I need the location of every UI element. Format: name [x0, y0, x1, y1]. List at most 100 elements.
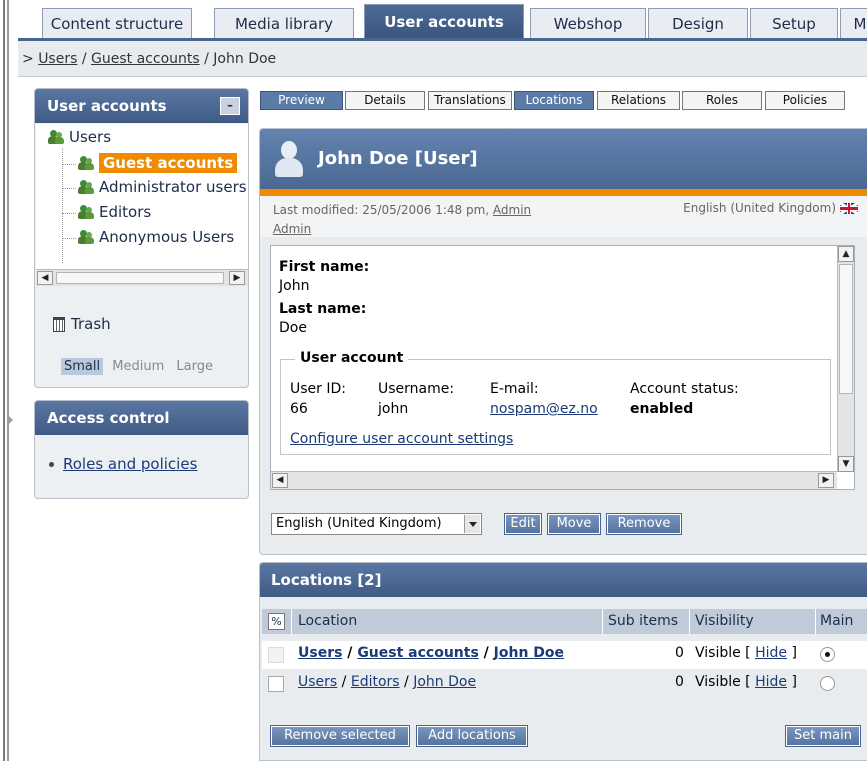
tab-relations[interactable]: Relations	[597, 91, 680, 110]
scroll-up-icon[interactable]: ▲	[838, 246, 854, 262]
configure-account-link[interactable]: Configure user account settings	[290, 431, 513, 447]
tree-item-administrator-users[interactable]: Administrator users	[78, 178, 247, 196]
path-link[interactable]: John Doe	[413, 674, 476, 690]
remove-button[interactable]: Remove	[606, 513, 682, 535]
scroll-thumb[interactable]	[56, 272, 224, 284]
last-modified-prefix: Last modified: 25/05/2006 1:48 pm,	[273, 203, 493, 217]
user-id-label: User ID:	[290, 381, 346, 397]
expand-arrow-icon[interactable]	[9, 416, 13, 424]
tab-content-structure[interactable]: Content structure	[42, 8, 192, 38]
bullet-icon	[49, 461, 54, 467]
tree-item-anonymous-users[interactable]: Anonymous Users	[78, 228, 234, 246]
size-small[interactable]: Small	[61, 358, 104, 375]
tree-item-label: Users	[69, 128, 112, 146]
invert-selection-button[interactable]: %	[268, 613, 285, 630]
frame-edge	[0, 0, 13, 761]
tab-setup[interactable]: Setup	[750, 8, 838, 38]
row-checkbox	[268, 647, 284, 663]
tab-user-accounts[interactable]: User accounts	[364, 4, 524, 38]
user-group-icon	[78, 156, 94, 170]
account-status-value: enabled	[630, 401, 694, 417]
edit-button[interactable]: Edit	[504, 513, 542, 535]
breadcrumb-current: John Doe	[213, 51, 277, 67]
chevron-down-icon[interactable]	[464, 515, 480, 533]
first-name-label: First name:	[279, 259, 370, 275]
trash-link[interactable]: Trash	[53, 315, 111, 333]
tree-size-switch: Small Medium Large	[61, 358, 218, 375]
move-button[interactable]: Move	[547, 513, 601, 535]
last-name-label: Last name:	[279, 301, 367, 317]
main-location-radio[interactable]	[820, 647, 835, 662]
main-location-radio[interactable]	[820, 676, 835, 691]
scroll-right-icon[interactable]: ▶	[818, 473, 834, 488]
locations-panel: Locations [2] % Location Sub items Visib…	[259, 562, 867, 761]
row-checkbox[interactable]	[268, 676, 284, 692]
path-link[interactable]: Users	[298, 674, 337, 690]
size-large[interactable]: Large	[173, 358, 216, 375]
visibility-cell: Visible [ Hide ]	[695, 645, 797, 661]
tab-design[interactable]: Design	[648, 8, 748, 38]
sub-items-count: 0	[675, 674, 684, 690]
scroll-right-icon[interactable]: ▶	[229, 271, 245, 285]
scroll-thumb[interactable]	[839, 264, 853, 394]
tab-translations[interactable]: Translations	[428, 91, 512, 110]
set-main-button[interactable]: Set main	[785, 725, 861, 747]
breadcrumb-link-guest-accounts[interactable]: Guest accounts	[91, 51, 200, 67]
modifier-link-wrapped[interactable]: Admin	[273, 222, 311, 236]
trash-icon	[53, 316, 65, 332]
collapse-button[interactable]: –	[220, 97, 240, 115]
visibility-status: Visible	[695, 645, 741, 661]
tab-details[interactable]: Details	[345, 91, 425, 110]
path-link[interactable]: Editors	[351, 674, 400, 690]
scroll-left-icon[interactable]: ◀	[37, 271, 53, 285]
detail-horizontal-scrollbar[interactable]: ◀ ▶	[271, 471, 837, 489]
username-label: Username:	[378, 381, 455, 397]
roles-and-policies-item: Roles and policies	[49, 455, 197, 473]
column-main: Main	[820, 613, 854, 629]
email-link[interactable]: nospam@ez.no	[490, 401, 598, 417]
breadcrumb-link-users[interactable]: Users	[38, 51, 77, 67]
tab-preview[interactable]: Preview	[260, 91, 343, 110]
size-medium[interactable]: Medium	[109, 358, 167, 375]
add-locations-button[interactable]: Add locations	[416, 725, 528, 747]
tab-roles[interactable]: Roles	[682, 91, 762, 110]
tree-item-label: Administrator users	[99, 178, 247, 196]
header-accent-bar	[260, 189, 867, 196]
scroll-left-icon[interactable]: ◀	[272, 473, 288, 488]
language-label: English (United Kingdom)	[683, 201, 836, 215]
user-group-icon	[78, 230, 94, 244]
tree-item-label: Guest accounts	[99, 153, 238, 173]
hide-link[interactable]: Hide	[755, 645, 787, 661]
user-group-icon	[78, 180, 94, 194]
last-modified: Last modified: 25/05/2006 1:48 pm, Admin…	[273, 201, 573, 239]
uk-flag-icon	[840, 202, 858, 214]
path-link[interactable]: Guest accounts	[357, 645, 478, 661]
roles-and-policies-link[interactable]: Roles and policies	[63, 455, 197, 473]
tab-policies[interactable]: Policies	[765, 91, 845, 110]
scroll-down-icon[interactable]: ▼	[838, 456, 854, 472]
remove-selected-button[interactable]: Remove selected	[270, 725, 410, 747]
tab-webshop[interactable]: Webshop	[530, 8, 646, 38]
first-name-value: John	[279, 278, 310, 294]
tree-horizontal-scrollbar[interactable]: ◀ ▶	[36, 269, 248, 286]
tree-item-editors[interactable]: Editors	[78, 203, 151, 221]
tree-item-guest-accounts[interactable]: Guest accounts	[78, 153, 238, 173]
tab-more[interactable]: M	[840, 8, 867, 38]
hide-link[interactable]: Hide	[755, 674, 787, 690]
locations-header: Locations [2]	[260, 563, 867, 597]
tab-media-library[interactable]: Media library	[214, 8, 354, 38]
location-path: Users / Guest accounts / John Doe	[298, 645, 565, 661]
user-accounts-panel-title: User accounts	[47, 97, 167, 115]
breadcrumb-separator: /	[81, 51, 87, 67]
column-location: Location	[298, 613, 358, 629]
location-path: Users / Editors / John Doe	[298, 674, 477, 690]
path-link[interactable]: Users	[298, 645, 342, 661]
column-visibility: Visibility	[695, 613, 754, 629]
detail-vertical-scrollbar[interactable]: ▲ ▼	[837, 246, 854, 472]
tab-locations[interactable]: Locations	[514, 91, 594, 110]
language-select[interactable]: English (United Kingdom)	[271, 513, 482, 535]
tree-item-users[interactable]: Users	[48, 128, 111, 146]
path-link[interactable]: John Doe	[494, 645, 564, 661]
email-label: E-mail:	[490, 381, 539, 397]
modifier-link[interactable]: Admin	[493, 203, 531, 217]
